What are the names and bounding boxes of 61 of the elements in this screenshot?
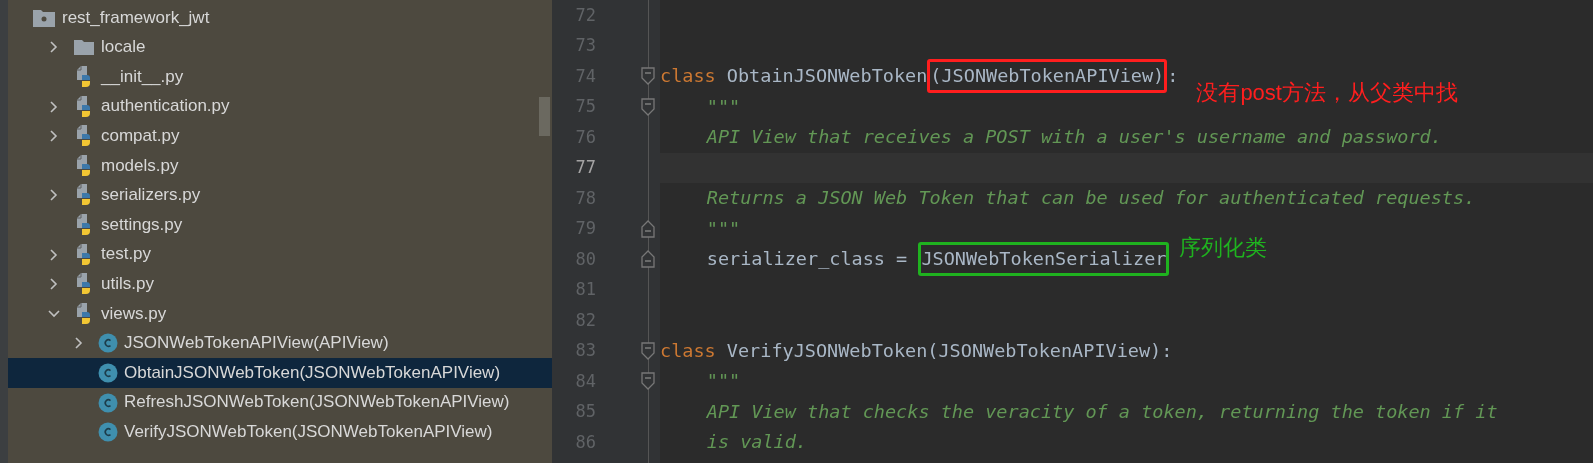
highlighted-code: JSONWebTokenSerializer [918,242,1170,277]
tree-item[interactable]: authentication.py [8,91,552,122]
code-comment: """ [706,94,741,119]
tree-item[interactable]: JSONWebTokenAPIView(APIView) [8,328,552,359]
tree-item-label: compat.py [101,125,180,147]
tree-item[interactable]: test.py [8,239,552,270]
tree-item[interactable]: rest_framework_jwt [8,3,552,33]
class-icon [98,392,118,413]
tree-item[interactable]: VerifyJSONWebToken(JSONWebTokenAPIView) [8,417,552,447]
code-text: ObtainJSONWebToken [725,64,928,89]
tree-item-label: views.py [101,303,167,324]
tree-item-label: ObtainJSONWebToken(JSONWebTokenAPIView) [124,362,501,384]
code-comment: Returns a JSON Web Token that can be used for authenticated requests. [706,186,1476,211]
tree-item[interactable]: views.py [8,298,552,329]
class-icon [98,333,118,354]
scrollbar-thumb[interactable] [539,97,550,136]
code-keyword: class [660,64,716,89]
code-text: serializer_class = [706,247,909,272]
tree-item-label: VerifyJSONWebToken(JSONWebTokenAPIView) [124,421,493,443]
code-comment: """ [706,216,741,241]
code-comment: """ [706,369,741,394]
tree-item[interactable]: ObtainJSONWebToken(JSONWebTokenAPIView) [8,358,552,388]
fold-marker-icon[interactable] [641,372,655,390]
class-icon [98,362,118,383]
folder-icon [73,38,95,57]
tree-item-label: test.py [101,244,152,265]
tree-item-label: settings.py [101,214,183,236]
tree-item-label: __init__.py [101,66,184,88]
tree-item-label: locale [101,37,146,58]
tree-item[interactable]: serializers.py [8,180,552,211]
folder-icon [32,7,56,28]
tree-item[interactable]: __init__.py [8,62,552,92]
code-text: : [1167,64,1179,89]
tree-item-label: authentication.py [101,96,230,117]
code-comment: is valid. [706,430,807,455]
class-icon [98,422,118,443]
tree-item[interactable]: models.py [8,150,552,181]
tree-item[interactable]: RefreshJSONWebToken(JSONWebTokenAPIView) [8,387,552,418]
fold-marker-icon[interactable] [641,341,655,360]
code-comment: API View that checks the veracity of a token, returning the token if it [706,399,1498,424]
tree-item-label: utils.py [101,273,154,295]
tree-item-label: serializers.py [101,185,201,206]
tree-item[interactable]: locale [8,32,552,63]
highlighted-code: (JSONWebTokenAPIView) [927,59,1168,94]
code-keyword: class [660,338,716,363]
tree-item-label: JSONWebTokenAPIView(APIView) [124,333,389,354]
fold-marker-icon[interactable] [641,250,655,268]
annotation-note: 序列化类 [1179,233,1268,262]
annotation-note: 没有post方法，从父类中找 [1196,78,1458,107]
line-number: 77 [574,156,597,179]
tree-item-label: RefreshJSONWebToken(JSONWebTokenAPIView) [124,392,510,413]
tree-item-label: models.py [101,155,179,176]
fold-marker-icon[interactable] [641,97,655,116]
tree-item[interactable]: utils.py [8,269,552,299]
fold-marker-icon[interactable] [641,67,655,85]
code-text: VerifyJSONWebToken(JSONWebTokenAPIView): [725,338,1173,363]
tree-item[interactable]: settings.py [8,210,552,240]
code-comment: API View that receives a POST with a user's username and password. [706,125,1442,150]
tree-item-label: rest_framework_jwt [62,7,210,28]
tree-item[interactable]: compat.py [8,121,552,151]
fold-marker-icon[interactable] [641,219,655,238]
